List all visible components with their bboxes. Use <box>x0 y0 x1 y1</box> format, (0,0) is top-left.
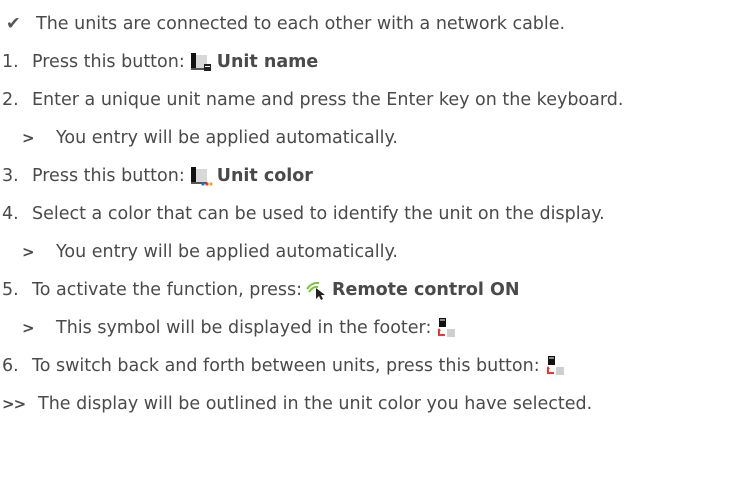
item-text: The display will be outlined in the unit… <box>38 394 593 414</box>
button-label: Unit color <box>216 166 313 186</box>
step-item: 6. To switch back and forth between unit… <box>0 348 572 384</box>
item-text: To activate the function, press: <box>32 280 303 300</box>
switch-unit-icon <box>544 355 568 377</box>
item-text: You entry will be applied automatically. <box>56 128 398 148</box>
switch-unit-icon <box>435 317 459 339</box>
item-text: Select a color that can be used to ident… <box>32 204 605 224</box>
result-item: > You entry will be applied automaticall… <box>0 234 398 270</box>
final-result-item: >> The display will be outlined in the u… <box>0 386 592 422</box>
final-result-marker: >> <box>2 395 26 413</box>
checkmark-icon: ✔ <box>6 14 21 34</box>
result-marker: > <box>22 243 35 261</box>
step-item: 5. To activate the function, press: Remo… <box>0 272 519 308</box>
step-number: 1. <box>2 52 19 72</box>
button-label: Remote control ON <box>332 280 520 300</box>
item-text: Press this button: <box>32 52 185 72</box>
item-text: To switch back and forth between units, … <box>32 356 540 376</box>
step-item: 2. Enter a unique unit name and press th… <box>0 82 623 118</box>
result-marker: > <box>22 319 35 337</box>
instruction-document: ✔ The units are connected to each other … <box>0 0 739 481</box>
result-item: > You entry will be applied automaticall… <box>0 120 398 156</box>
step-number: 3. <box>2 166 19 186</box>
result-marker: > <box>22 129 35 147</box>
step-number: 5. <box>2 280 19 300</box>
prerequisite-item: ✔ The units are connected to each other … <box>0 6 565 42</box>
remote-control-icon <box>304 279 328 301</box>
step-number: 2. <box>2 90 19 110</box>
step-item: 4. Select a color that can be used to id… <box>0 196 605 232</box>
result-item: > This symbol will be displayed in the f… <box>0 310 463 346</box>
item-text: Press this button: <box>32 166 185 186</box>
button-label: Unit name <box>216 52 319 72</box>
item-text: This symbol will be displayed in the foo… <box>56 318 432 338</box>
item-text: The units are connected to each other wi… <box>36 14 566 34</box>
step-item: 3. Press this button: Unit color <box>0 158 313 194</box>
item-text: Enter a unique unit name and press the E… <box>32 90 624 110</box>
step-item: 1. Press this button: Unit name <box>0 44 318 80</box>
step-number: 4. <box>2 204 19 224</box>
item-text: You entry will be applied automatically. <box>56 242 398 262</box>
step-number: 6. <box>2 356 19 376</box>
unit-color-icon <box>189 165 213 187</box>
unit-name-icon <box>189 51 213 73</box>
